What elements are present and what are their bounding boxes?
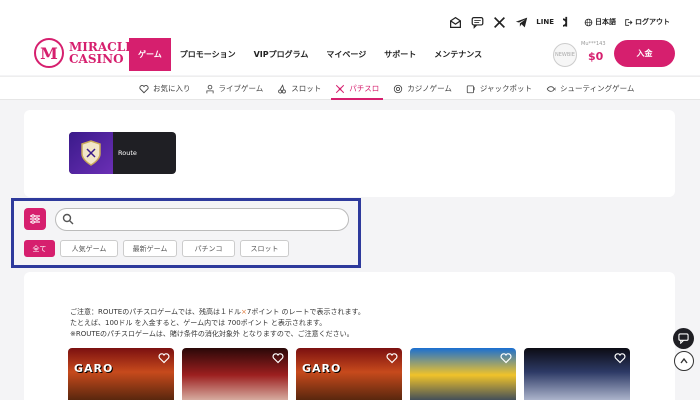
heart-icon — [139, 84, 149, 93]
game-category-nav: お気に入り ライブゲーム スロット パチスロ カジノゲーム ジャックポット シュ… — [0, 76, 700, 100]
filter-pachinko[interactable]: パチンコ — [182, 240, 235, 257]
crest-icon — [81, 140, 101, 166]
logo-text: MIRACLE CASINO — [69, 41, 134, 65]
nav-maintenance[interactable]: メンテナンス — [425, 38, 491, 71]
account-balance[interactable]: NEWBIE Mu***143 $0 — [553, 41, 607, 67]
chip-icon — [394, 84, 403, 93]
filter-slot[interactable]: スロット — [240, 240, 289, 257]
balance-amount: $0 — [588, 50, 604, 63]
nav-game[interactable]: ゲーム — [129, 38, 171, 71]
sliders-icon — [30, 214, 40, 224]
tab-jackpot[interactable]: ジャックポット — [459, 77, 539, 100]
scroll-top-button[interactable] — [674, 351, 694, 371]
provider-panel: Route — [24, 110, 675, 197]
provider-card-route[interactable]: Route — [69, 132, 176, 174]
tab-label: パチスロ — [349, 84, 380, 93]
chat-icon[interactable] — [470, 15, 484, 29]
site-header: LINE 日本語 ログアウト M MIRACLE CASINO ゲーム プロモー… — [0, 0, 700, 75]
logout-link[interactable]: ログアウト — [624, 17, 670, 27]
language-label: 日本語 — [595, 18, 616, 26]
logout-icon — [625, 18, 633, 26]
game-card[interactable] — [410, 348, 516, 400]
search-input[interactable] — [55, 208, 349, 231]
deposit-button[interactable]: 入金 — [614, 40, 675, 67]
chat-bubble-icon — [678, 333, 689, 344]
tab-label: お気に入り — [153, 84, 191, 93]
filter-settings-button[interactable] — [24, 208, 46, 230]
rate-notice: ご注意：ROUTEのパチスロゲームでは、残高は１ドル×7ポイント のレートで表示… — [70, 307, 365, 340]
live-chat-button[interactable] — [673, 328, 694, 349]
tab-shooting-game[interactable]: シューティングゲーム — [539, 77, 641, 100]
b-logo-icon[interactable] — [562, 15, 576, 29]
provider-logo — [69, 132, 113, 174]
favorite-heart-icon[interactable] — [158, 352, 170, 364]
tab-label: ライブゲーム — [218, 84, 264, 93]
game-card[interactable]: GARO — [68, 348, 174, 400]
tab-label: スロット — [291, 84, 322, 93]
pachislot-icon — [336, 84, 345, 93]
game-card[interactable] — [524, 348, 630, 400]
chevron-up-icon — [680, 357, 688, 364]
game-title: GARO — [302, 362, 342, 375]
favorite-heart-icon[interactable] — [500, 352, 512, 364]
logo-mark: M — [34, 38, 64, 68]
nav-mypage[interactable]: マイページ — [317, 38, 375, 71]
filter-chips: 全て 人気ゲーム 最新ゲーム パチンコ スロット — [24, 240, 289, 257]
game-card[interactable] — [182, 348, 288, 400]
filter-new[interactable]: 最新ゲーム — [123, 240, 177, 257]
main-nav: ゲーム プロモーション VIPプログラム マイページ サポート メンテナンス — [129, 38, 491, 71]
nav-support[interactable]: サポート — [375, 38, 425, 71]
nav-vip[interactable]: VIPプログラム — [245, 38, 318, 71]
globe-icon — [584, 18, 593, 26]
tab-pachislot[interactable]: パチスロ — [328, 77, 386, 100]
notice-line-3: ※ROUTEのパチスロゲームは、賭け条件の消化対象外 となりますので、ご注意くだ… — [70, 330, 354, 338]
tab-casino-game[interactable]: カジノゲーム — [386, 77, 459, 100]
search-filter-area: 全て 人気ゲーム 最新ゲーム パチンコ スロット — [11, 198, 361, 268]
games-panel: ご注意：ROUTEのパチスロゲームでは、残高は１ドル×7ポイント のレートで表示… — [24, 272, 675, 400]
game-grid: GARO GARO — [68, 348, 630, 400]
mail-icon[interactable] — [448, 15, 462, 29]
filter-popular[interactable]: 人気ゲーム — [60, 240, 118, 257]
tab-label: カジノゲーム — [407, 84, 452, 93]
tab-label: シューティングゲーム — [560, 84, 635, 93]
cherry-icon — [278, 83, 287, 93]
tab-slot[interactable]: スロット — [270, 77, 328, 100]
logout-label: ログアウト — [635, 18, 670, 26]
search-icon — [62, 213, 74, 225]
provider-name: Route — [118, 149, 137, 157]
favorite-heart-icon[interactable] — [386, 352, 398, 364]
filter-all[interactable]: 全て — [24, 240, 55, 257]
dealer-icon — [205, 84, 214, 93]
user-id: Mu***143 — [581, 41, 606, 47]
favorite-heart-icon[interactable] — [614, 352, 626, 364]
rank-badge: NEWBIE — [553, 43, 577, 67]
fish-icon — [546, 85, 556, 92]
nav-promotion[interactable]: プロモーション — [171, 38, 245, 71]
utility-bar: LINE 日本語 ログアウト — [448, 15, 670, 29]
game-card[interactable]: GARO — [296, 348, 402, 400]
slot-machine-icon — [466, 84, 475, 93]
notice-text: ご注意：ROUTEのパチスロゲームでは、残高は１ドル — [70, 308, 241, 316]
logo-line-2: CASINO — [69, 52, 124, 66]
x-twitter-icon[interactable] — [492, 15, 506, 29]
brand-logo[interactable]: M MIRACLE CASINO — [34, 38, 134, 68]
tab-live-game[interactable]: ライブゲーム — [198, 77, 271, 100]
language-switch[interactable]: 日本語 — [584, 17, 616, 27]
tab-label: ジャックポット — [479, 84, 533, 93]
telegram-icon[interactable] — [514, 15, 528, 29]
notice-line-1: ご注意：ROUTEのパチスロゲームでは、残高は１ドル×7ポイント のレートで表示… — [70, 307, 365, 318]
tab-favorites[interactable]: お気に入り — [132, 77, 198, 100]
favorite-heart-icon[interactable] — [272, 352, 284, 364]
notice-text: 7ポイント のレートで表示されます。 — [246, 308, 365, 316]
game-title: GARO — [74, 362, 114, 375]
line-link[interactable]: LINE — [536, 18, 554, 26]
notice-line-2: たとえば、100ドル を入金すると、ゲーム内では 700ポイント と表示されます… — [70, 319, 327, 327]
